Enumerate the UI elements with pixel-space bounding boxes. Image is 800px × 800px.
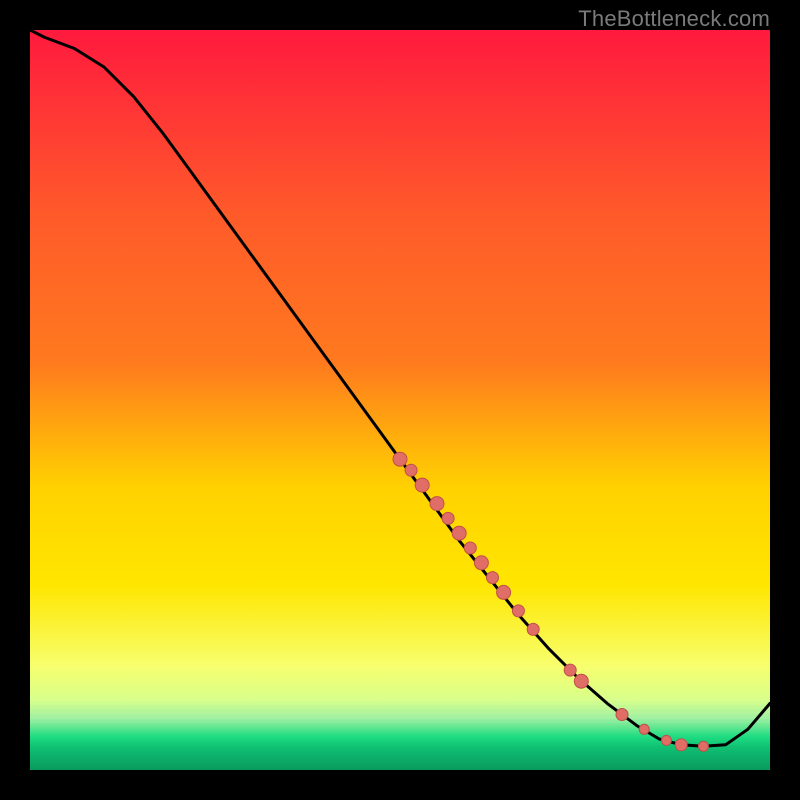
data-point [564,664,576,676]
data-point [415,478,429,492]
data-point [464,542,476,554]
data-point [487,572,499,584]
data-point [405,464,417,476]
data-point [512,605,524,617]
data-point [639,724,649,734]
data-point [430,497,444,511]
data-point [442,512,454,524]
data-point [698,741,708,751]
data-point [574,674,588,688]
data-point [497,585,511,599]
chart-frame: TheBottleneck.com [0,0,800,800]
data-point [616,709,628,721]
data-point [661,735,671,745]
watermark-label: TheBottleneck.com [578,6,770,32]
data-point [527,623,539,635]
chart-svg [30,30,770,770]
data-point [452,526,466,540]
data-point [474,556,488,570]
data-point [675,739,687,751]
gradient-background [30,30,770,770]
data-point [393,452,407,466]
plot-area [30,30,770,770]
